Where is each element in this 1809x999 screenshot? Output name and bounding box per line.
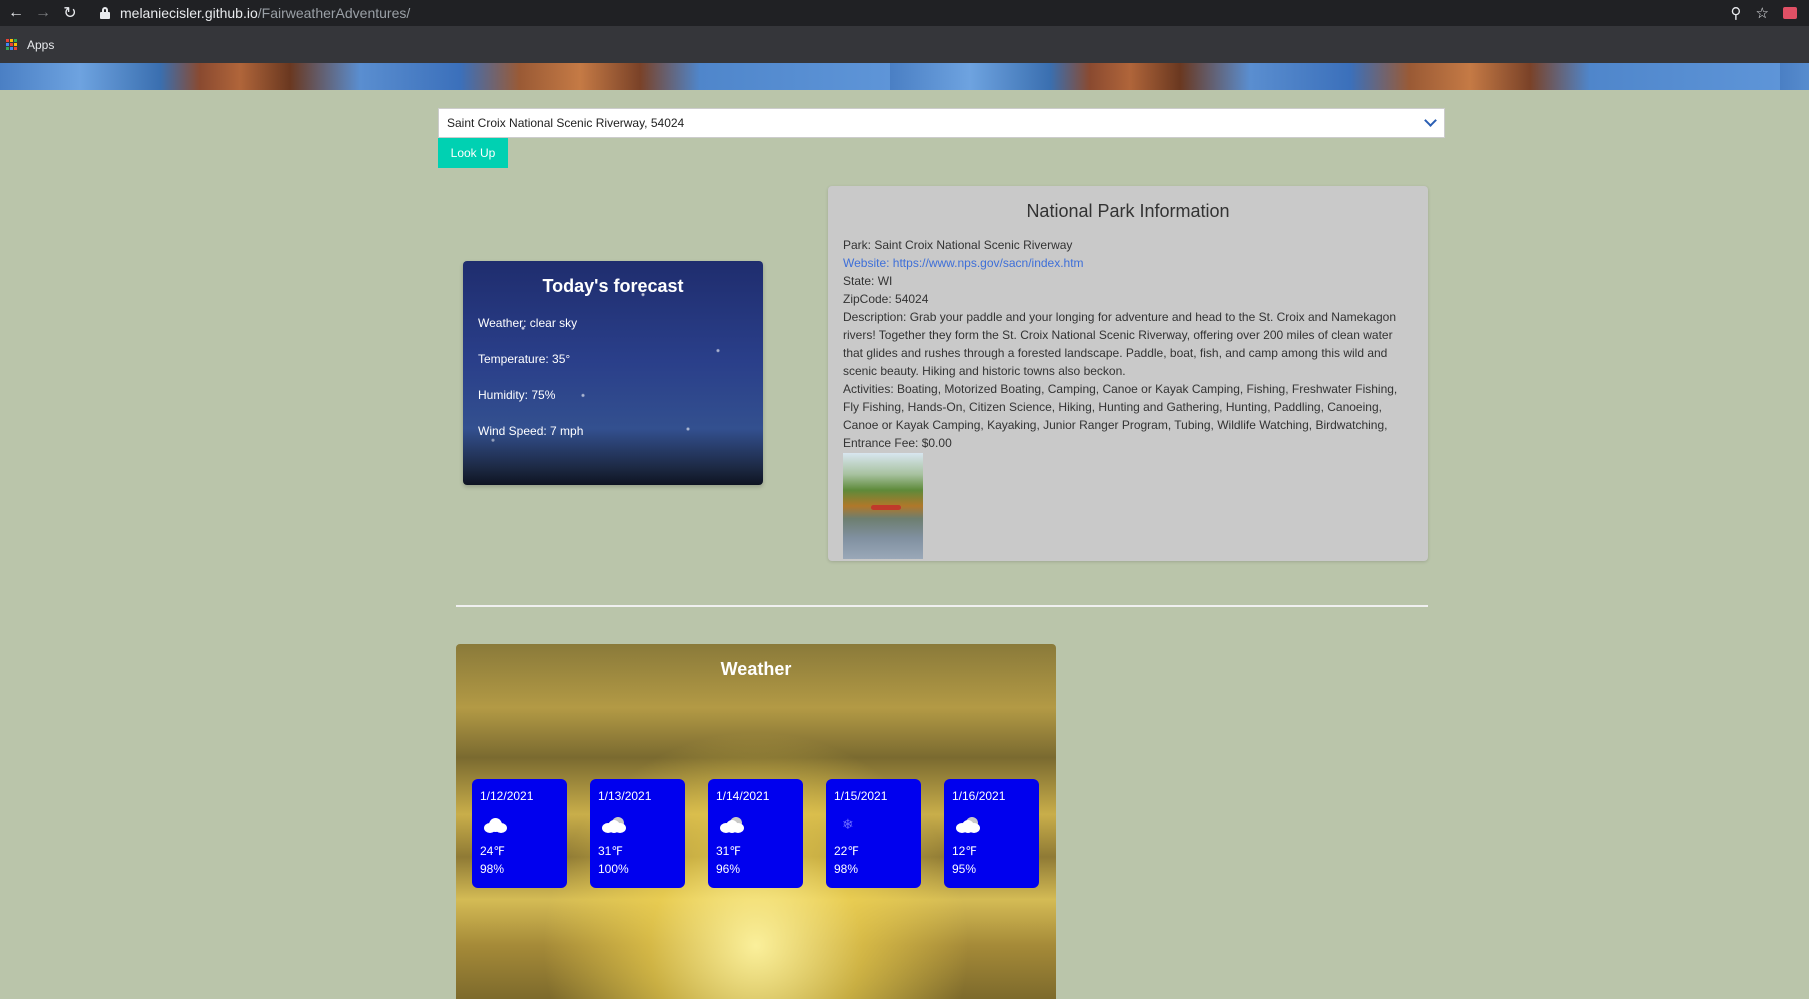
park-name: Park: Saint Croix National Scenic Riverw… xyxy=(843,238,1073,252)
forecast-day-card: 1/13/2021 31℉ 100% xyxy=(590,779,685,888)
reload-icon[interactable]: ↻ xyxy=(59,2,81,24)
snow-icon: ❄ xyxy=(842,816,854,832)
zoom-icon[interactable]: ⚲ xyxy=(1731,4,1742,22)
partly-cloudy-icon xyxy=(718,817,744,833)
apps-bookmark[interactable]: Apps xyxy=(27,38,54,52)
partly-cloudy-icon xyxy=(600,817,626,833)
forecast-day-temp: 31℉ xyxy=(598,844,623,858)
five-day-forecast: 1/12/2021 24℉ 98% 1/13/2021 31℉ 100% 1/14/2021… xyxy=(472,779,1039,888)
forecast-temperature: Temperature: 35° xyxy=(478,352,571,366)
look-up-button[interactable]: Look Up xyxy=(438,138,508,168)
forecast-title: Today's forecast xyxy=(542,276,684,296)
extension-icon[interactable] xyxy=(1783,7,1797,19)
forecast-day-temp: 12℉ xyxy=(952,844,977,858)
forecast-day-humidity: 95% xyxy=(952,862,977,876)
forecast-day-date: 1/12/2021 xyxy=(480,789,534,803)
park-info-card: National Park Information Park: Saint Cr… xyxy=(828,186,1428,561)
forecast-day-date: 1/13/2021 xyxy=(598,789,652,803)
forecast-day-date: 1/14/2021 xyxy=(716,789,770,803)
forecast-day-date: 1/16/2021 xyxy=(952,789,1006,803)
todays-forecast-card: Today's forecast Weather: clear sky Temp… xyxy=(463,261,763,485)
weather-title: Weather xyxy=(720,659,792,679)
cloud-icon xyxy=(482,817,508,833)
header-banner-image xyxy=(0,63,1809,90)
forecast-day-humidity: 98% xyxy=(480,862,505,876)
park-website-link[interactable]: Website: https://www.nps.gov/sacn/index.… xyxy=(843,254,1413,272)
park-state: State: WI xyxy=(843,274,893,288)
partly-cloudy-icon xyxy=(954,817,980,833)
weather-section: Weather 1/12/2021 24℉ 98% 1/13/2021 31℉ 100% 1… xyxy=(456,644,1056,999)
forecast-day-card: 1/12/2021 24℉ 98% xyxy=(472,779,567,888)
park-activities: Activities: Boating, Motorized Boating, … xyxy=(843,382,1398,432)
park-fee: Entrance Fee: $0.00 xyxy=(843,436,952,450)
star-icon[interactable]: ☆ xyxy=(1756,4,1769,22)
back-icon[interactable]: ← xyxy=(5,2,27,24)
forecast-day-card: 1/15/2021 ❄ 22℉ 98% xyxy=(826,779,921,888)
forecast-weather: Weather: clear sky xyxy=(478,316,578,330)
park-select[interactable]: Saint Croix National Scenic Riverway, 54… xyxy=(438,108,1445,138)
forecast-wind: Wind Speed: 7 mph xyxy=(478,424,584,438)
forward-icon[interactable]: → xyxy=(32,2,54,24)
bookmarks-bar: Apps xyxy=(0,26,1809,63)
forecast-day-card: 1/16/2021 12℉ 95% xyxy=(944,779,1039,888)
forecast-day-card: 1/14/2021 31℉ 96% xyxy=(708,779,803,888)
forecast-day-temp: 22℉ xyxy=(834,844,859,858)
browser-toolbar: ← → ↻ melaniecisler.github.io/Fairweathe… xyxy=(0,0,1809,26)
lock-icon xyxy=(100,7,110,19)
section-divider xyxy=(456,605,1428,607)
url-path: /FairweatherAdventures/ xyxy=(257,5,411,21)
park-select-value: Saint Croix National Scenic Riverway, 54… xyxy=(447,116,685,130)
forecast-day-humidity: 98% xyxy=(834,862,859,876)
forecast-day-humidity: 96% xyxy=(716,862,741,876)
forecast-humidity: Humidity: 75% xyxy=(478,388,556,402)
url-host: melaniecisler.github.io xyxy=(120,5,258,21)
forecast-day-date: 1/15/2021 xyxy=(834,789,888,803)
park-description: Description: Grab your paddle and your l… xyxy=(843,310,1397,378)
forecast-day-temp: 24℉ xyxy=(480,844,505,858)
address-bar[interactable]: melaniecisler.github.io/FairweatherAdven… xyxy=(100,0,410,26)
park-info-title: National Park Information xyxy=(1026,201,1230,221)
chevron-down-icon xyxy=(1424,114,1437,127)
park-zip: ZipCode: 54024 xyxy=(843,292,929,306)
forecast-day-temp: 31℉ xyxy=(716,844,741,858)
apps-icon[interactable] xyxy=(6,39,17,50)
park-photo xyxy=(843,453,923,559)
forecast-day-humidity: 100% xyxy=(598,862,629,876)
